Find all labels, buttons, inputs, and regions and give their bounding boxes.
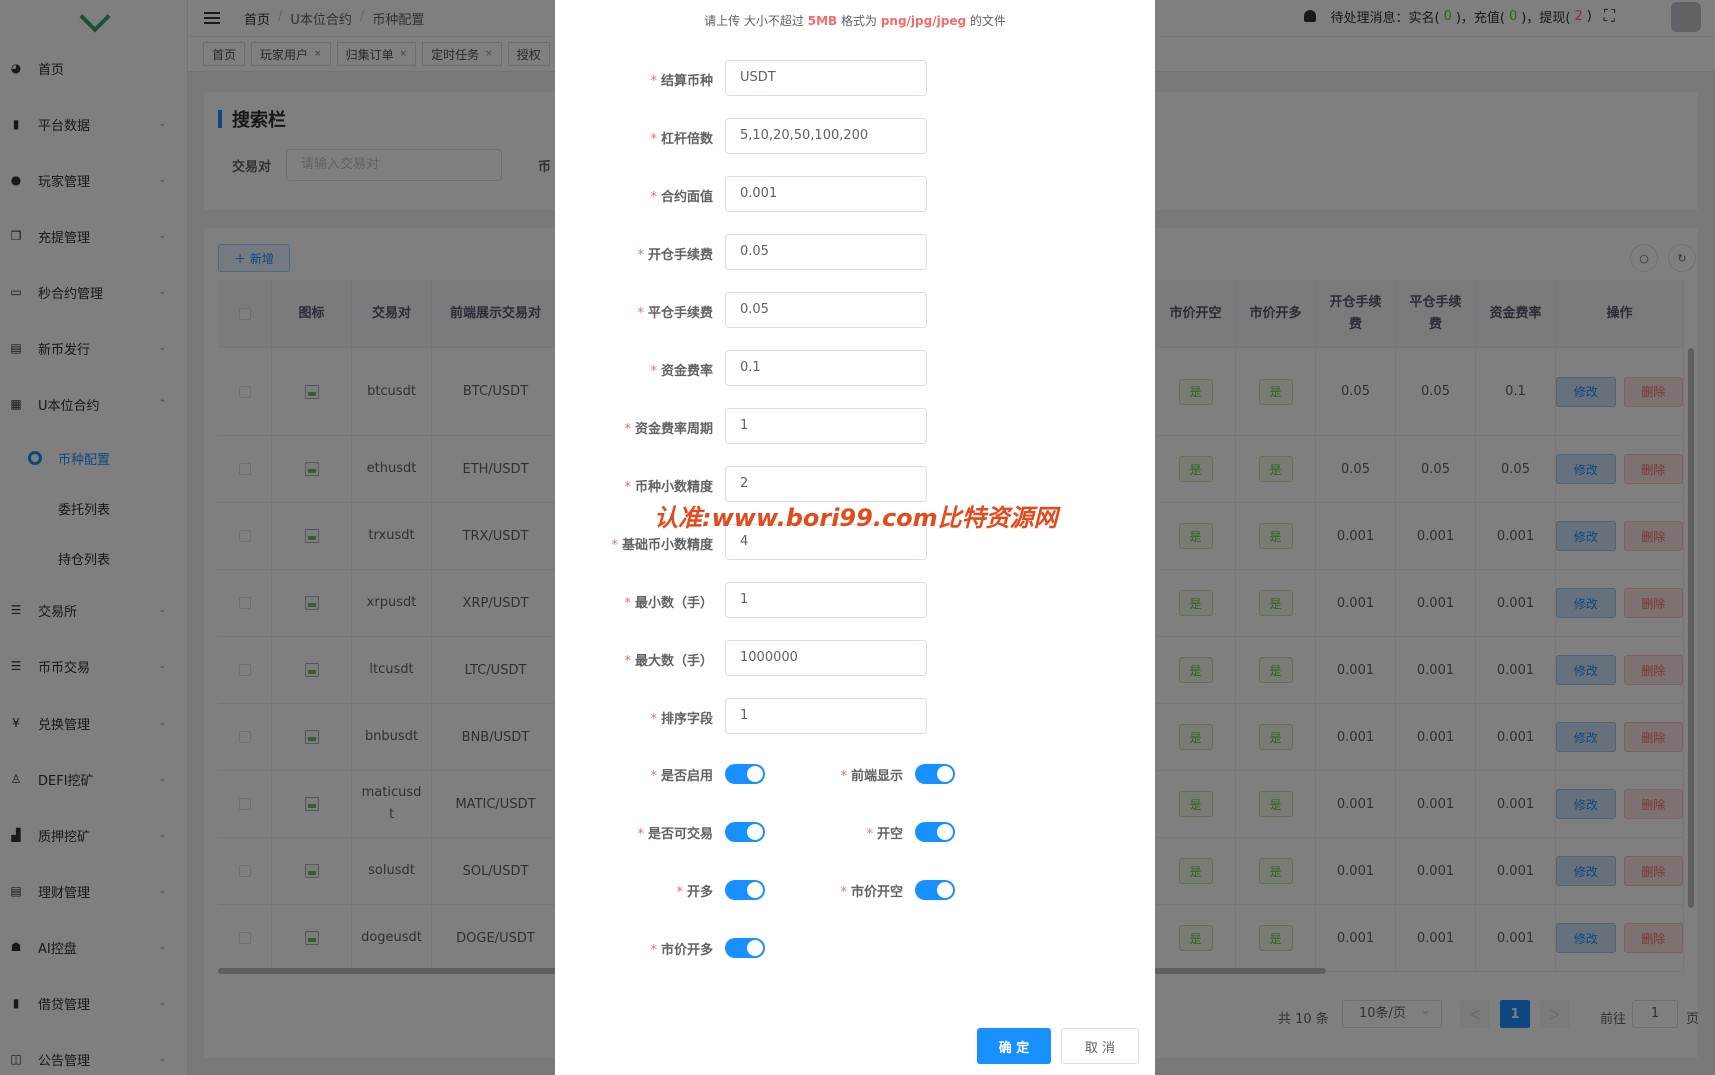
required-mark: * [637, 827, 644, 842]
required-mark: * [650, 74, 657, 89]
cancel-button[interactable]: 取 消 [1061, 1028, 1139, 1064]
switch-label: * 是否可交易 [637, 827, 713, 842]
watermark-text: 认准:www.bori99.com比特资源网 [654, 504, 1058, 532]
required-mark: * [624, 596, 631, 611]
form-input-3[interactable]: 0.001 [725, 176, 927, 212]
required-mark: * [650, 364, 657, 379]
form-label: * 资金费率 [650, 364, 713, 379]
switch-label: * 开空 [866, 827, 903, 842]
switch-label: * 市价开空 [840, 885, 903, 900]
allowed-formats: png/jpg/jpeg [880, 14, 967, 28]
toggle-switch-6[interactable] [915, 880, 955, 900]
form-input-11[interactable]: 1000000 [725, 640, 927, 676]
required-mark: * [637, 248, 644, 263]
required-mark: * [650, 712, 657, 727]
toggle-switch-3[interactable] [725, 822, 765, 842]
required-mark: * [866, 827, 873, 842]
form-input-6[interactable]: 0.1 [725, 350, 927, 386]
required-mark: * [840, 769, 847, 784]
edit-coin-dialog: 请上传 大小不超过 5MB 格式为 png/jpg/jpeg 的文件 * 结算币种… [555, 0, 1155, 1075]
form-label: * 开仓手续费 [637, 248, 713, 263]
required-mark: * [624, 480, 631, 495]
required-mark: * [650, 769, 657, 784]
required-mark: * [650, 132, 657, 147]
required-mark: * [624, 422, 631, 437]
max-size: 5MB [807, 14, 838, 28]
form-label: * 平仓手续费 [637, 306, 713, 321]
required-mark: * [840, 885, 847, 900]
form-input-10[interactable]: 1 [725, 582, 927, 618]
switch-label: * 开多 [676, 885, 713, 900]
form-input-2[interactable]: 5,10,20,50,100,200 [725, 118, 927, 154]
toggle-switch-2[interactable] [915, 764, 955, 784]
form-input-5[interactable]: 0.05 [725, 292, 927, 328]
form-input-8[interactable]: 2 [725, 466, 927, 502]
form-label: * 基础币小数精度 [611, 538, 713, 553]
form-label: * 最小数（手） [624, 596, 713, 611]
form-input-12[interactable]: 1 [725, 698, 927, 734]
form-label: * 合约面值 [650, 190, 713, 205]
switch-label: * 是否启用 [650, 769, 713, 784]
required-mark: * [650, 190, 657, 205]
required-mark: * [624, 654, 631, 669]
form-input-7[interactable]: 1 [725, 408, 927, 444]
form-input-4[interactable]: 0.05 [725, 234, 927, 270]
confirm-button[interactable]: 确 定 [977, 1028, 1051, 1064]
form-label: * 排序字段 [650, 712, 713, 727]
required-mark: * [637, 306, 644, 321]
form-label: * 结算币种 [650, 74, 713, 89]
form-label: * 杠杆倍数 [650, 132, 713, 147]
required-mark: * [611, 538, 618, 553]
upload-hint: 请上传 大小不超过 5MB 格式为 png/jpg/jpeg 的文件 [704, 14, 1006, 28]
form-label: * 币种小数精度 [624, 480, 713, 495]
required-mark: * [650, 943, 657, 958]
switch-label: * 前端显示 [840, 769, 903, 784]
form-label: * 资金费率周期 [624, 422, 713, 437]
form-input-1[interactable]: USDT [725, 60, 927, 96]
toggle-switch-1[interactable] [725, 764, 765, 784]
toggle-switch-7[interactable] [725, 938, 765, 958]
toggle-switch-5[interactable] [725, 880, 765, 900]
switch-label: * 市价开多 [650, 943, 713, 958]
required-mark: * [676, 885, 683, 900]
form-label: * 最大数（手） [624, 654, 713, 669]
toggle-switch-4[interactable] [915, 822, 955, 842]
